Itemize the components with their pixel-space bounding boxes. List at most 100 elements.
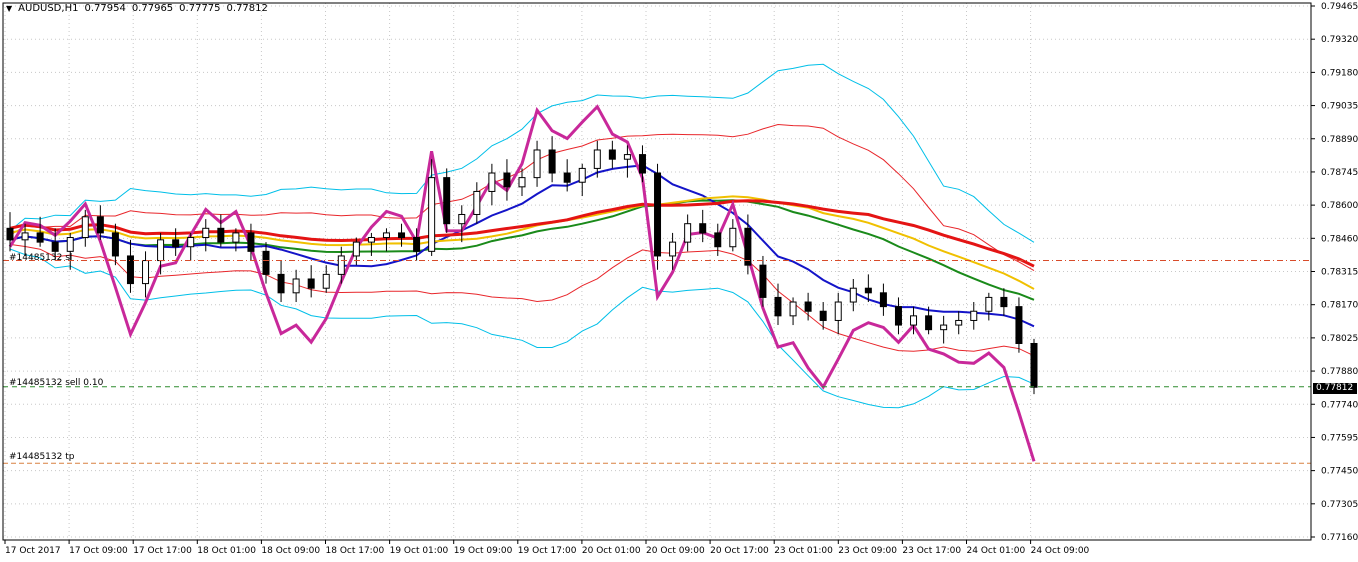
- candle-body: [51, 241, 59, 252]
- candle-body: [894, 306, 902, 326]
- candle-body: [1000, 296, 1008, 308]
- candle-body: [804, 301, 812, 312]
- candle-body: [232, 232, 240, 243]
- high-value: 0.77965: [131, 3, 174, 14]
- x-tick-label: 24 Oct 09:00: [1031, 546, 1090, 556]
- candle-body: [548, 149, 556, 174]
- x-tick-label: 19 Oct 09:00: [454, 546, 513, 556]
- candle-body: [518, 177, 526, 188]
- bollinger-lower: [9, 248, 1035, 409]
- candle-body: [985, 296, 993, 312]
- grid: [3, 3, 1311, 540]
- y-tick-label: 0.77160: [1321, 533, 1358, 543]
- candle-body: [443, 177, 451, 225]
- candle-body: [834, 301, 842, 321]
- candle-body: [262, 250, 270, 275]
- candle-body: [593, 149, 601, 169]
- candle-body: [729, 227, 737, 248]
- sl-order-label: #14485132 sl: [9, 253, 73, 263]
- candle-body: [66, 237, 74, 252]
- candle-body: [172, 239, 180, 248]
- candle-body: [654, 172, 662, 257]
- candle-body: [322, 273, 330, 289]
- candle-body: [352, 241, 360, 257]
- price-chart[interactable]: 0.79465 0.79320 0.79180 0.79035 0.78890 0.787…: [0, 0, 1358, 562]
- candle-body: [428, 177, 436, 252]
- y-tick-label: 0.78170: [1321, 301, 1358, 311]
- x-tick-label: 20 Oct 01:00: [582, 546, 641, 556]
- candle-body: [473, 190, 481, 215]
- x-tick-label: 19 Oct 17:00: [518, 546, 577, 556]
- x-tick-label: 18 Oct 17:00: [326, 546, 385, 556]
- axes: 0.79465 0.79320 0.79180 0.79035 0.78890 0.787…: [2, 2, 1358, 556]
- candle-body: [940, 324, 948, 331]
- y-tick-label: 0.78025: [1321, 334, 1358, 344]
- candle-body: [563, 172, 571, 183]
- candle-body: [337, 255, 345, 275]
- bollinger-upper: [9, 63, 1035, 243]
- y-tick-label: 0.78315: [1321, 268, 1358, 278]
- y-tick-label: 0.77740: [1321, 400, 1358, 410]
- candle-body: [789, 301, 797, 317]
- candle-body: [623, 154, 631, 160]
- chart-area[interactable]: 0.79465 0.79320 0.79180 0.79035 0.78890 0.787…: [0, 0, 1358, 562]
- y-tick-label: 0.77450: [1321, 467, 1358, 477]
- open-value: 0.77954: [84, 3, 126, 14]
- candle-body: [382, 232, 390, 239]
- x-tick-label: 23 Oct 01:00: [774, 546, 833, 556]
- y-tick-label: 0.79035: [1321, 102, 1358, 112]
- candle-body: [638, 154, 646, 174]
- candle-body: [533, 149, 541, 179]
- x-tick-label: 17 Oct 17:00: [133, 546, 192, 556]
- candle-body: [608, 149, 616, 160]
- candle-body: [413, 237, 421, 252]
- candle-body: [970, 310, 978, 321]
- y-tick-label: 0.78600: [1321, 201, 1358, 211]
- x-tick-label: 18 Oct 09:00: [261, 546, 320, 556]
- symbol-label: AUDUSD,H1: [18, 3, 79, 14]
- x-tick-label: 23 Oct 09:00: [838, 546, 897, 556]
- dropdown-triangle-icon[interactable]: ▼: [6, 4, 12, 13]
- close-value: 0.77812: [226, 3, 268, 14]
- candle-body: [774, 296, 782, 317]
- candle-body: [849, 287, 857, 303]
- candle-body: [1015, 306, 1023, 344]
- x-tick-label: 18 Oct 01:00: [197, 546, 256, 556]
- x-tick-label: 24 Oct 01:00: [967, 546, 1026, 556]
- x-tick-label: 20 Oct 09:00: [646, 546, 705, 556]
- candle-body: [879, 292, 887, 308]
- candle-body: [669, 241, 677, 257]
- x-tick-label: 19 Oct 01:00: [390, 546, 449, 556]
- x-tick-label: 17 Oct 2017: [5, 546, 61, 556]
- candle-body: [157, 239, 165, 262]
- candle-body: [503, 172, 511, 188]
- candle-body: [684, 223, 692, 243]
- candle-body: [247, 232, 255, 252]
- candle-body: [187, 237, 195, 248]
- x-tick-label: 23 Oct 17:00: [902, 546, 961, 556]
- y-tick-label: 0.78745: [1321, 168, 1358, 178]
- candle-body: [699, 223, 707, 234]
- sell-order-label: #14485132 sell 0.10: [9, 378, 104, 388]
- current-price-tag: 0.77812: [1313, 383, 1357, 394]
- candle-body: [277, 273, 285, 294]
- candle-body: [578, 167, 586, 183]
- candle-body: [819, 310, 827, 321]
- oscillator-line: [8, 104, 1036, 462]
- y-tick-label: 0.77880: [1321, 367, 1358, 377]
- candle-body: [96, 216, 104, 234]
- candle-body: [925, 315, 933, 331]
- candle-body: [36, 232, 44, 243]
- candle-body: [1030, 342, 1038, 388]
- y-tick-label: 0.78460: [1321, 234, 1358, 244]
- candle-body: [488, 172, 496, 192]
- candle-body: [202, 227, 210, 239]
- candle-body: [6, 227, 14, 241]
- candle-body: [111, 232, 119, 257]
- y-tick-label: 0.79320: [1321, 35, 1358, 45]
- candle-body: [367, 237, 375, 243]
- x-tick-label: 17 Oct 09:00: [69, 546, 128, 556]
- x-tick-label: 20 Oct 17:00: [710, 546, 769, 556]
- candle-body: [217, 227, 225, 243]
- y-tick-label: 0.77305: [1321, 500, 1358, 510]
